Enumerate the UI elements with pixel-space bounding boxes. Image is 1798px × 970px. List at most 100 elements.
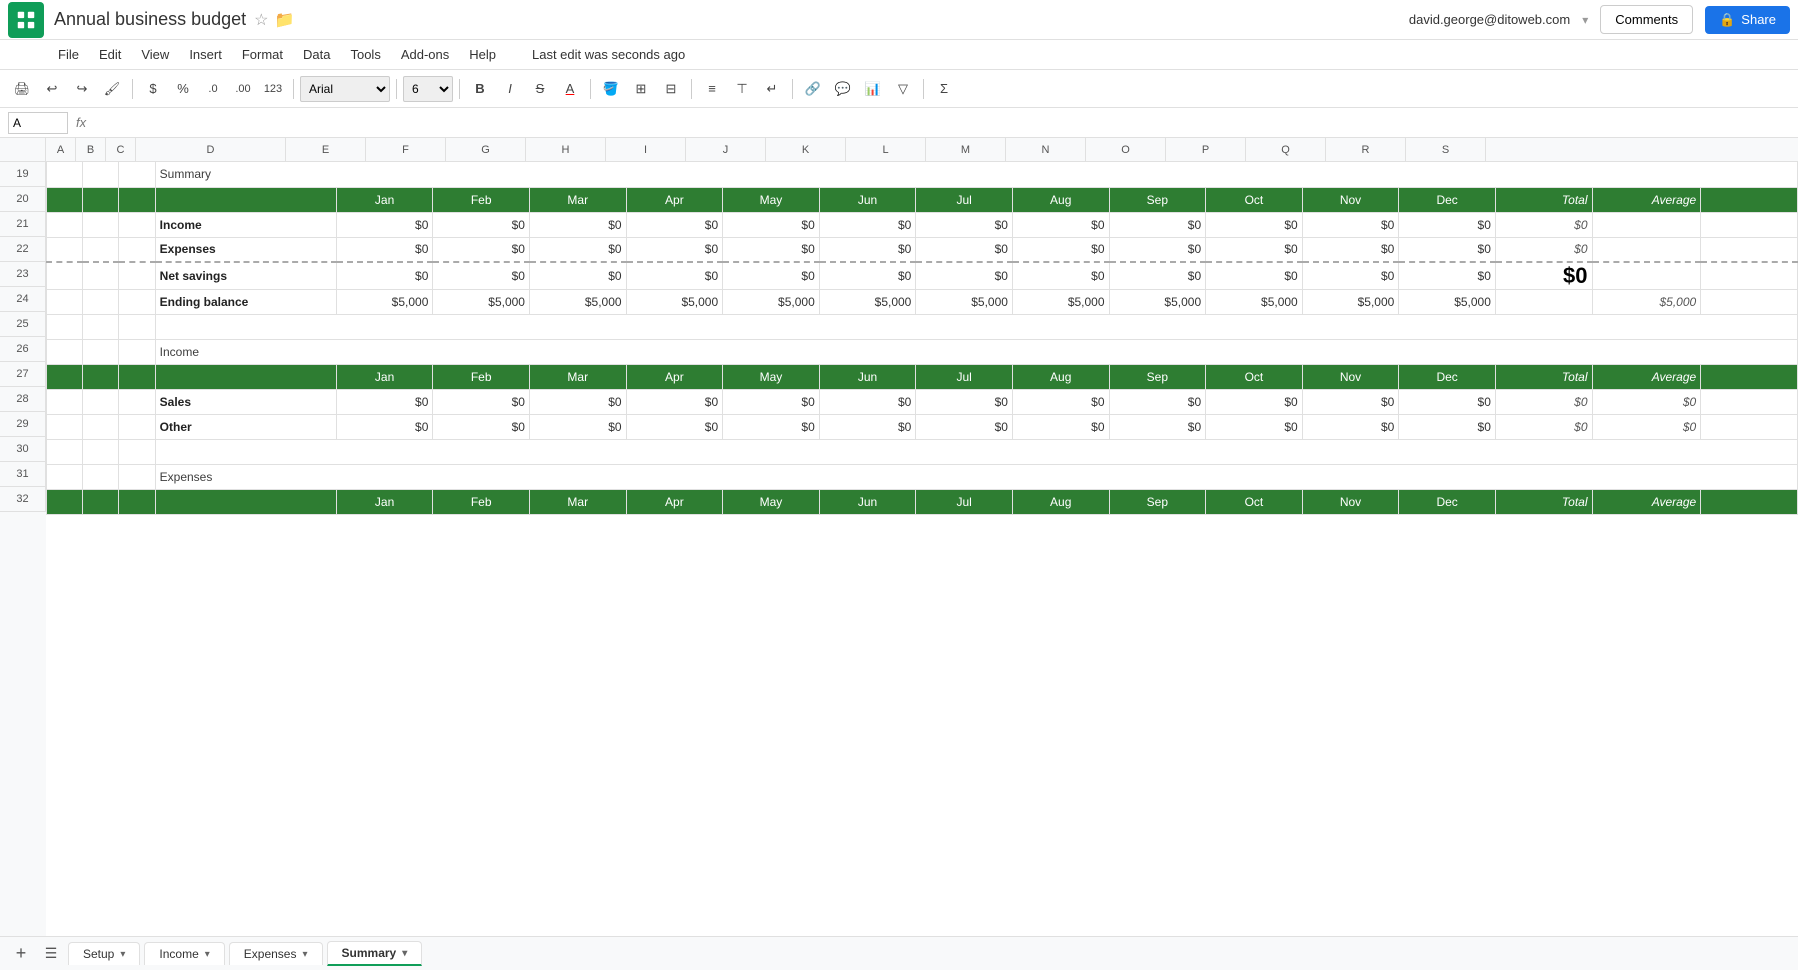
r24-mar[interactable]: $5,000 <box>529 290 626 315</box>
r29-may[interactable]: $0 <box>723 415 820 440</box>
r23-avg[interactable] <box>1592 262 1701 290</box>
r32-c[interactable] <box>119 490 155 515</box>
r26-a[interactable] <box>47 340 83 365</box>
r20-jan[interactable]: Jan <box>336 187 433 212</box>
r21-s[interactable] <box>1701 212 1798 237</box>
r24-apr[interactable]: $5,000 <box>626 290 723 315</box>
col-header-o[interactable]: O <box>1086 138 1166 161</box>
r27-jul[interactable]: Jul <box>916 365 1013 390</box>
r23-feb[interactable]: $0 <box>433 262 530 290</box>
r27-jan[interactable]: Jan <box>336 365 433 390</box>
r27-mar[interactable]: Mar <box>529 365 626 390</box>
formula-input[interactable] <box>94 115 1790 130</box>
r23-label[interactable]: Net savings <box>155 262 336 290</box>
r27-avg[interactable]: Average <box>1592 365 1701 390</box>
menu-help[interactable]: Help <box>461 43 504 66</box>
merge-button[interactable]: ⊟ <box>657 75 685 103</box>
r32-oct[interactable]: Oct <box>1206 490 1303 515</box>
r29-aug[interactable]: $0 <box>1012 415 1109 440</box>
col-header-l[interactable]: L <box>846 138 926 161</box>
r22-a[interactable] <box>47 237 83 262</box>
r23-total[interactable]: $0 <box>1495 262 1592 290</box>
r19-a[interactable] <box>47 162 83 187</box>
r22-jan[interactable]: $0 <box>336 237 433 262</box>
r32-label[interactable] <box>155 490 336 515</box>
tab-setup[interactable]: Setup ▾ <box>68 942 140 965</box>
r20-label[interactable] <box>155 187 336 212</box>
r19-b[interactable] <box>83 162 119 187</box>
r29-s[interactable] <box>1701 415 1798 440</box>
r22-c[interactable] <box>119 237 155 262</box>
r21-total[interactable]: $0 <box>1495 212 1592 237</box>
r20-jun[interactable]: Jun <box>819 187 916 212</box>
r32-jul[interactable]: Jul <box>916 490 1013 515</box>
r28-jul[interactable]: $0 <box>916 390 1013 415</box>
borders-button[interactable]: ⊞ <box>627 75 655 103</box>
r25-rest[interactable] <box>155 315 1797 340</box>
r29-jul[interactable]: $0 <box>916 415 1013 440</box>
print-button[interactable]: 🖨 <box>8 75 36 103</box>
r24-aug[interactable]: $5,000 <box>1012 290 1109 315</box>
r23-sep[interactable]: $0 <box>1109 262 1206 290</box>
r31-a[interactable] <box>47 465 83 490</box>
r30-c[interactable] <box>119 440 155 465</box>
r24-dec[interactable]: $5,000 <box>1399 290 1496 315</box>
chart-button[interactable]: 📊 <box>859 75 887 103</box>
r22-label[interactable]: Expenses <box>155 237 336 262</box>
r21-b[interactable] <box>83 212 119 237</box>
r28-dec[interactable]: $0 <box>1399 390 1496 415</box>
filter-button[interactable]: ▽ <box>889 75 917 103</box>
r20-b[interactable] <box>83 187 119 212</box>
r28-avg[interactable]: $0 <box>1592 390 1701 415</box>
r30-rest[interactable] <box>155 440 1797 465</box>
sheet-list-button[interactable]: ☰ <box>38 941 64 967</box>
r23-may[interactable]: $0 <box>723 262 820 290</box>
r29-apr[interactable]: $0 <box>626 415 723 440</box>
r21-jul[interactable]: $0 <box>916 212 1013 237</box>
r28-s[interactable] <box>1701 390 1798 415</box>
r24-jun[interactable]: $5,000 <box>819 290 916 315</box>
col-header-n[interactable]: N <box>1006 138 1086 161</box>
functions-button[interactable]: Σ <box>930 75 958 103</box>
r21-sep[interactable]: $0 <box>1109 212 1206 237</box>
r29-total[interactable]: $0 <box>1495 415 1592 440</box>
redo-button[interactable]: ↪ <box>68 75 96 103</box>
r19-c[interactable] <box>119 162 155 187</box>
valign-button[interactable]: ⊤ <box>728 75 756 103</box>
col-header-c[interactable]: C <box>106 138 136 161</box>
r20-apr[interactable]: Apr <box>626 187 723 212</box>
r27-sep[interactable]: Sep <box>1109 365 1206 390</box>
r22-jun[interactable]: $0 <box>819 237 916 262</box>
r22-apr[interactable]: $0 <box>626 237 723 262</box>
fill-color-button[interactable]: 🪣 <box>597 75 625 103</box>
r22-aug[interactable]: $0 <box>1012 237 1109 262</box>
currency-button[interactable]: $ <box>139 75 167 103</box>
r21-dec[interactable]: $0 <box>1399 212 1496 237</box>
r24-total[interactable] <box>1495 290 1592 315</box>
r28-jan[interactable]: $0 <box>336 390 433 415</box>
undo-button[interactable]: ↩ <box>38 75 66 103</box>
r26-b[interactable] <box>83 340 119 365</box>
col-header-g[interactable]: G <box>446 138 526 161</box>
r22-feb[interactable]: $0 <box>433 237 530 262</box>
r27-aug[interactable]: Aug <box>1012 365 1109 390</box>
r26-c[interactable] <box>119 340 155 365</box>
r29-sep[interactable]: $0 <box>1109 415 1206 440</box>
r25-a[interactable] <box>47 315 83 340</box>
r21-may[interactable]: $0 <box>723 212 820 237</box>
r29-feb[interactable]: $0 <box>433 415 530 440</box>
add-sheet-button[interactable]: + <box>8 941 34 967</box>
r21-a[interactable] <box>47 212 83 237</box>
col-header-m[interactable]: M <box>926 138 1006 161</box>
comments-button[interactable]: Comments <box>1600 5 1693 34</box>
r28-nov[interactable]: $0 <box>1302 390 1399 415</box>
r20-c[interactable] <box>119 187 155 212</box>
r32-jan[interactable]: Jan <box>336 490 433 515</box>
r20-sep[interactable]: Sep <box>1109 187 1206 212</box>
col-header-q[interactable]: Q <box>1246 138 1326 161</box>
r22-oct[interactable]: $0 <box>1206 237 1303 262</box>
r29-avg[interactable]: $0 <box>1592 415 1701 440</box>
r27-c[interactable] <box>119 365 155 390</box>
r27-may[interactable]: May <box>723 365 820 390</box>
col-header-s[interactable]: S <box>1406 138 1486 161</box>
